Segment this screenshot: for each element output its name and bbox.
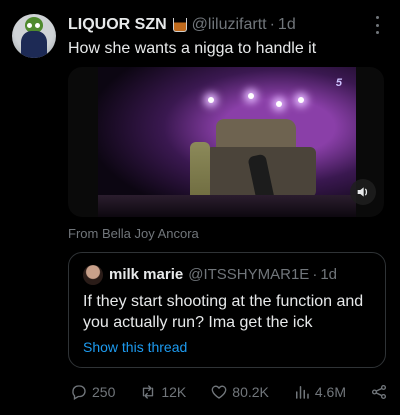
quoted-author-display-name: milk marie [109,265,184,283]
like-count: 80.2K [232,384,269,400]
share-icon [371,384,387,400]
separator-dot: · [269,16,275,33]
view-count: 4.6M [314,384,346,400]
reply-icon [72,385,86,400]
heart-icon [211,385,227,399]
media-attribution[interactable]: From Bella Joy Ancora [68,226,199,241]
reply-button[interactable]: 250 [70,383,115,401]
tweet-header: LIQUOR SZN @liluzifartt · 1d [68,14,364,36]
share-button[interactable] [370,383,388,401]
repost-icon [143,385,154,399]
reply-count: 250 [92,384,116,400]
avatar-frog-body [21,31,47,58]
quoted-author-avatar [83,265,103,285]
stage-tank-prop [216,119,296,149]
repost-count: 12K [161,384,187,400]
analytics-bar-icon [295,386,309,399]
author-avatar[interactable] [12,14,56,58]
tweet-actions-bar: 250 12K 80.2K 4.6M [70,380,388,404]
repost-button[interactable]: 12K [139,383,186,401]
quoted-tweet[interactable]: milk marie @ITSSHYMAR1E · 1d If they sta… [68,252,386,368]
author-display-name[interactable]: LIQUOR SZN [68,16,167,34]
tumbler-glass-emoji-icon [172,18,187,32]
video-frame: 5 [98,67,356,217]
quoted-tweet-timestamp: 1d [320,265,337,283]
tweet-video[interactable]: 5 [68,67,384,217]
show-thread-link[interactable]: Show this thread [83,339,187,355]
views-button[interactable]: 4.6M [293,383,346,401]
separator-dot: · [312,265,318,283]
quoted-author-handle: @ITSSHYMAR1E [188,265,310,283]
quoted-tweet-text: If they start shooting at the function a… [83,293,364,331]
volume-icon[interactable] [350,179,376,205]
like-button[interactable]: 80.2K [210,383,269,401]
more-options-icon[interactable] [368,16,386,34]
author-handle[interactable]: @liluzifartt [192,16,267,34]
channel-logo: 5 [335,77,342,89]
quoted-tweet-header: milk marie @ITSSHYMAR1E · 1d [109,264,377,284]
tweet-text: How she wants a nigga to handle it [68,40,317,57]
tweet-timestamp[interactable]: 1d [278,16,296,34]
